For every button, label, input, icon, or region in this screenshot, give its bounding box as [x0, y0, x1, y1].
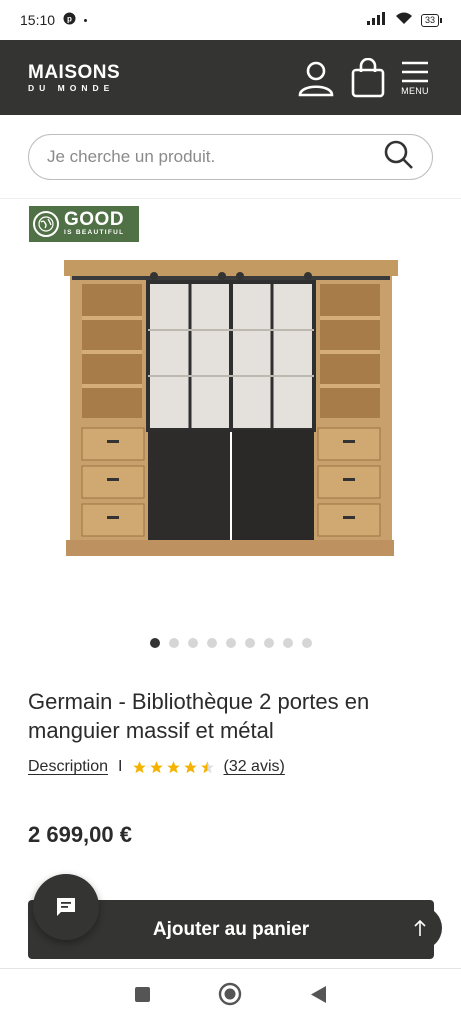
carousel-dot[interactable]	[168, 638, 179, 648]
product-price: 2 699,00 €	[28, 822, 132, 847]
star-icon	[133, 760, 147, 773]
description-link[interactable]: Description	[28, 758, 108, 776]
search-input[interactable]	[47, 147, 367, 167]
recents-button[interactable]	[134, 986, 151, 1008]
user-icon	[298, 61, 334, 96]
star-icon	[167, 760, 181, 773]
carousel-dot[interactable]	[187, 638, 198, 648]
carousel-indicator	[0, 638, 461, 648]
star-icon	[184, 760, 198, 773]
menu-button[interactable]: MENU	[401, 60, 429, 96]
svg-text:p: p	[67, 15, 72, 24]
home-button[interactable]	[218, 982, 242, 1011]
star-icon	[150, 760, 164, 773]
cart-button[interactable]	[351, 57, 385, 98]
status-bar: 15:10 p 33	[0, 0, 461, 40]
add-to-cart-label: Ajouter au panier	[152, 918, 310, 940]
half-star-icon	[201, 760, 215, 773]
product-image[interactable]	[62, 256, 400, 560]
hamburger-icon	[402, 61, 428, 82]
site-header: MAISONS DU MONDE MENU	[0, 40, 461, 115]
chat-button[interactable]	[33, 874, 99, 940]
product-title: Germain - Bibliothèque 2 portes en mangu…	[28, 689, 370, 743]
carousel-dot[interactable]	[301, 638, 312, 648]
square-icon	[134, 986, 150, 1002]
product-meta: Description I (32 avis)	[28, 758, 285, 776]
badge-title: GOOD	[64, 209, 125, 230]
logo-main-text: MAISONS	[28, 61, 121, 83]
carousel-dot[interactable]	[282, 638, 293, 648]
rating-stars[interactable]	[132, 760, 215, 775]
back-button[interactable]	[310, 985, 327, 1009]
carousel-dot[interactable]	[206, 638, 217, 648]
reviews-link[interactable]: (32 avis)	[223, 758, 284, 776]
search-bar	[28, 134, 433, 180]
system-nav-bar	[0, 968, 461, 1024]
badge-subtitle: IS BEAUTIFUL	[64, 229, 125, 236]
meta-separator: I	[118, 758, 123, 775]
home-circle-icon	[219, 982, 242, 1006]
logo-sub-text: DU MONDE	[28, 82, 115, 93]
back-triangle-icon	[311, 985, 327, 1003]
chat-icon	[57, 898, 75, 916]
carousel-dot[interactable]	[263, 638, 274, 648]
search-icon[interactable]	[384, 140, 414, 175]
menu-label: MENU	[401, 85, 429, 96]
good-is-beautiful-badge: GOOD IS BEAUTIFUL	[29, 206, 139, 242]
signal-icon	[366, 12, 387, 28]
status-time: 15:10	[20, 12, 56, 28]
wifi-icon	[395, 12, 413, 28]
battery-icon: 33	[420, 13, 443, 27]
scroll-to-top-button[interactable]	[398, 906, 442, 950]
notification-dot-icon	[84, 18, 88, 22]
globe-icon	[33, 211, 59, 237]
account-button[interactable]	[297, 59, 335, 97]
shopping-bag-icon	[351, 57, 385, 97]
carousel-dot[interactable]	[244, 638, 255, 648]
carousel-dot[interactable]	[225, 638, 236, 648]
pinterest-icon: p	[63, 12, 76, 28]
brand-logo[interactable]: MAISONS DU MONDE	[28, 61, 121, 93]
carousel-dot[interactable]	[149, 638, 160, 648]
arrow-up-icon	[414, 919, 426, 936]
search-section	[0, 115, 461, 199]
